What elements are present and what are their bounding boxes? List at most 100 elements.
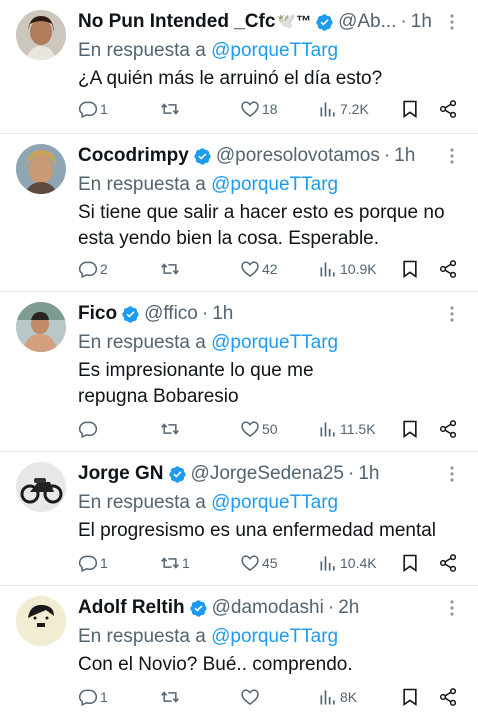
retweet-icon xyxy=(161,103,179,115)
action-bar: 1 8K xyxy=(78,684,468,710)
retweet-button[interactable] xyxy=(160,416,182,442)
replying-to: En respuesta a @porqueTTarg xyxy=(78,172,338,198)
share-button[interactable] xyxy=(438,684,458,710)
separator-dot: · xyxy=(201,303,209,324)
reply-icon xyxy=(78,261,98,279)
reply-button[interactable]: 1 xyxy=(78,96,108,122)
share-button[interactable] xyxy=(438,96,458,122)
display-name[interactable]: Fico xyxy=(78,300,117,328)
share-icon xyxy=(439,554,457,572)
tweet-reply[interactable]: Cocodrimpy @poresolovotamos · 1h En resp… xyxy=(0,134,478,292)
view-count: 11.5K xyxy=(340,421,376,437)
views-button[interactable]: 8K xyxy=(318,684,357,710)
tweet-reply[interactable]: Fico @ffico · 1h En respuesta a @porqueT… xyxy=(0,292,478,452)
tweet-reply[interactable]: Jorge GN @JorgeSedena25 · 1h En respuest… xyxy=(0,452,478,586)
display-name[interactable]: No Pun Intended _Cfc xyxy=(78,8,275,36)
avatar[interactable] xyxy=(16,144,66,194)
share-icon xyxy=(439,420,457,438)
share-icon xyxy=(439,100,457,118)
user-handle[interactable]: @poresolovotamos xyxy=(216,142,380,170)
views-icon xyxy=(320,422,335,437)
action-bar: 50 11.5K xyxy=(78,416,468,442)
bookmark-button[interactable] xyxy=(400,96,420,122)
user-handle[interactable]: @damodashi xyxy=(212,594,324,622)
reply-count: 2 xyxy=(100,261,108,277)
timestamp[interactable]: 1h xyxy=(212,300,233,328)
views-button[interactable]: 10.9K xyxy=(318,256,377,282)
reply-icon xyxy=(78,555,98,573)
more-options-icon[interactable] xyxy=(442,144,462,168)
reply-prefix: En respuesta a xyxy=(78,174,206,195)
views-icon xyxy=(320,690,335,705)
retweet-button[interactable] xyxy=(160,256,182,282)
share-button[interactable] xyxy=(438,256,458,282)
like-count: 42 xyxy=(262,261,278,277)
tweet-header: Adolf Reltih @damodashi · 2h xyxy=(78,594,438,622)
tweet-reply[interactable]: No Pun Intended _Cfc 🕊️™ @Ab... · 1h En … xyxy=(0,0,478,134)
timestamp[interactable]: 1h xyxy=(411,8,432,36)
avatar[interactable] xyxy=(16,302,66,352)
like-button[interactable] xyxy=(240,684,262,710)
mention-link[interactable]: @porqueTTarg xyxy=(211,40,338,61)
reply-button[interactable]: 1 xyxy=(78,550,108,576)
display-name[interactable]: Cocodrimpy xyxy=(78,142,189,170)
display-name[interactable]: Adolf Reltih xyxy=(78,594,185,622)
like-button[interactable]: 18 xyxy=(240,96,278,122)
reply-button[interactable] xyxy=(78,416,100,442)
timestamp[interactable]: 1h xyxy=(394,142,415,170)
views-button[interactable]: 10.4K xyxy=(318,550,377,576)
timestamp[interactable]: 1h xyxy=(358,460,379,488)
retweet-count: 1 xyxy=(182,555,190,571)
user-handle[interactable]: @Ab... xyxy=(338,8,396,36)
retweet-button[interactable] xyxy=(160,684,182,710)
timestamp[interactable]: 2h xyxy=(338,594,359,622)
mention-link[interactable]: @porqueTTarg xyxy=(211,332,338,353)
like-button[interactable]: 42 xyxy=(240,256,278,282)
views-button[interactable]: 7.2K xyxy=(318,96,369,122)
user-handle[interactable]: @ffico xyxy=(144,300,198,328)
view-count: 7.2K xyxy=(340,101,369,117)
reply-count: 1 xyxy=(100,689,108,705)
tweet-header: Fico @ffico · 1h xyxy=(78,300,438,328)
like-button[interactable]: 50 xyxy=(240,416,278,442)
verified-badge-icon xyxy=(168,465,186,483)
avatar[interactable] xyxy=(16,10,66,60)
heart-icon xyxy=(241,555,259,572)
share-button[interactable] xyxy=(438,416,458,442)
mention-link[interactable]: @porqueTTarg xyxy=(211,174,338,195)
replying-to: En respuesta a @porqueTTarg xyxy=(78,330,338,356)
replying-to: En respuesta a @porqueTTarg xyxy=(78,624,338,650)
retweet-button[interactable]: 1 xyxy=(160,550,190,576)
more-options-icon[interactable] xyxy=(442,10,462,34)
retweet-icon xyxy=(161,557,179,569)
tweet-reply[interactable]: Adolf Reltih @damodashi · 2h En respuest… xyxy=(0,586,478,720)
mention-link[interactable]: @porqueTTarg xyxy=(211,492,338,513)
more-options-icon[interactable] xyxy=(442,302,462,326)
bookmark-button[interactable] xyxy=(400,550,420,576)
retweet-icon xyxy=(161,263,179,275)
more-options-icon[interactable] xyxy=(442,596,462,620)
user-handle[interactable]: @JorgeSedena25 xyxy=(191,460,344,488)
display-name[interactable]: Jorge GN xyxy=(78,460,164,488)
reply-button[interactable]: 2 xyxy=(78,256,108,282)
reply-icon xyxy=(78,689,98,707)
reply-button[interactable]: 1 xyxy=(78,684,108,710)
verified-badge-icon xyxy=(316,13,333,31)
mention-link[interactable]: @porqueTTarg xyxy=(211,626,338,647)
bookmark-button[interactable] xyxy=(400,256,420,282)
reply-prefix: En respuesta a xyxy=(78,626,206,647)
heart-icon xyxy=(241,421,259,438)
retweet-button[interactable] xyxy=(160,96,182,122)
share-button[interactable] xyxy=(438,550,458,576)
separator-dot: · xyxy=(400,11,407,32)
views-button[interactable]: 11.5K xyxy=(318,416,376,442)
more-options-icon[interactable] xyxy=(442,462,462,486)
bookmark-icon xyxy=(403,554,417,573)
bookmark-button[interactable] xyxy=(400,684,420,710)
separator-dot: · xyxy=(383,145,391,166)
avatar[interactable] xyxy=(16,596,66,646)
like-button[interactable]: 45 xyxy=(240,550,278,576)
avatar[interactable] xyxy=(16,462,66,512)
bookmark-button[interactable] xyxy=(400,416,420,442)
views-icon xyxy=(320,262,335,277)
